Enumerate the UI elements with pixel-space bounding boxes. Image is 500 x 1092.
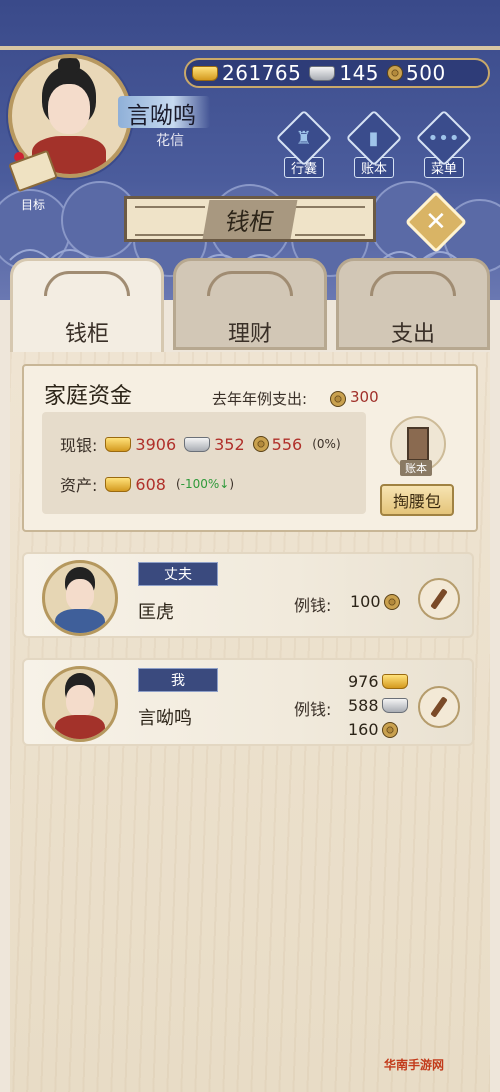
allowance-copper-value: 160 (348, 720, 379, 739)
copper-coin-icon (252, 436, 269, 452)
gold-ingot-icon (105, 436, 132, 452)
allowance-silver: 588 (348, 696, 412, 715)
member-role: 我 (138, 668, 218, 692)
goal-button[interactable]: 目标 (8, 149, 58, 214)
allowance-label: 例钱: (294, 700, 332, 719)
menu-button[interactable]: ••• 菜单 (415, 109, 473, 178)
funds-title: 家庭资金 (44, 384, 133, 409)
tab-label: 钱柜 (64, 322, 109, 347)
tab-expenses[interactable]: 支出 (336, 258, 490, 350)
silver-ingot-icon (309, 65, 336, 81)
member-name: 言呦鸣 (138, 708, 192, 729)
self-avatar[interactable] (42, 666, 118, 742)
allowance-label: 例钱: (294, 596, 332, 615)
goal-label: 目标 (20, 198, 45, 212)
allowance-silver-value: 588 (348, 696, 379, 715)
book-icon (407, 427, 429, 461)
bag-icon: ♜ (295, 127, 313, 149)
funds-details: 现银: 3906 352 556 (0%) 资产: 608 (-100%↓) (42, 412, 366, 514)
currency-bar: 261765 145 500 (184, 58, 490, 88)
player-title: 花信 (156, 133, 184, 149)
cash-copper: 556 (271, 434, 303, 454)
tab-label: 理财 (227, 322, 272, 347)
copper-coin-icon (387, 65, 404, 81)
assets-gold: 608 (135, 474, 166, 494)
down-arrow-icon: ↓ (219, 477, 230, 491)
cash-percent: (0%) (312, 437, 341, 451)
family-funds-card: 家庭资金 去年年例支出: 300 现银: 3906 352 556 (0%) 资… (22, 364, 478, 532)
brush-icon (430, 696, 448, 718)
edit-allowance-button[interactable] (418, 686, 460, 728)
member-role: 丈夫 (138, 562, 218, 586)
edit-allowance-button[interactable] (418, 578, 460, 620)
assets-percent: -100% (180, 477, 220, 491)
allowance-copper: 160 (348, 720, 401, 739)
ledger-icon: ▮ (369, 127, 379, 149)
bag-button[interactable]: ♜ 行囊 (275, 109, 333, 178)
ledger-tag: 账本 (400, 460, 432, 476)
gold-amount: 261765 (222, 61, 302, 85)
allowance-copper: 100 (350, 592, 403, 611)
brush-icon (430, 588, 448, 610)
gold-ingot-icon (381, 674, 408, 689)
silver-amount: 145 (339, 61, 380, 85)
tab-label: 支出 (390, 322, 435, 347)
tab-cashbox[interactable]: 钱柜 (10, 258, 164, 358)
cloud-ornament-icon (44, 271, 130, 296)
cloud-ornament-icon (207, 271, 293, 296)
member-name: 匡虎 (138, 602, 174, 623)
yearly-expense-label: 去年年例支出: (212, 390, 308, 408)
assets-label: 资产: (60, 476, 98, 495)
player-name: 言呦鸣 (127, 103, 196, 129)
pay-from-pocket-button[interactable]: 掏腰包 (380, 484, 454, 516)
silver-ingot-icon (184, 436, 211, 452)
cash-row: 现银: 3906 352 556 (0%) (60, 432, 341, 456)
member-card-husband: 丈夫 匡虎 例钱: 100 (22, 552, 474, 638)
page-title: 钱柜 (202, 199, 298, 239)
copper-coin-icon (381, 721, 398, 738)
allowance-copper-value: 100 (350, 592, 381, 611)
cash-silver: 352 (214, 434, 245, 454)
allowance-gold-value: 976 (348, 672, 379, 691)
gold-ingot-icon (192, 65, 218, 81)
copper-coin-icon (330, 391, 346, 407)
yearly-expense-value: 300 (350, 388, 379, 406)
copper-coin-icon (383, 593, 400, 610)
copper-amount: 500 (406, 61, 446, 85)
tab-finance[interactable]: 理财 (173, 258, 327, 350)
cash-label: 现银: (60, 436, 98, 455)
frame-border (0, 46, 500, 50)
page-title-banner: 钱柜 (124, 196, 376, 242)
assets-row: 资产: 608 (-100%↓) (60, 472, 234, 496)
menu-dots-icon: ••• (428, 127, 460, 149)
silver-ingot-icon (381, 698, 408, 713)
husband-avatar[interactable] (42, 560, 118, 636)
cash-gold: 3906 (135, 434, 177, 454)
cloud-ornament-icon (370, 271, 456, 296)
ledger-button[interactable]: ▮ 账本 (345, 109, 403, 178)
watermark: 华南手游网 (384, 1058, 445, 1072)
gold-ingot-icon (105, 476, 132, 492)
member-card-self: 我 言呦鸣 例钱: 976 588 160 (22, 658, 474, 746)
close-icon: ✕ (425, 206, 447, 237)
allowance-gold: 976 (348, 672, 412, 691)
